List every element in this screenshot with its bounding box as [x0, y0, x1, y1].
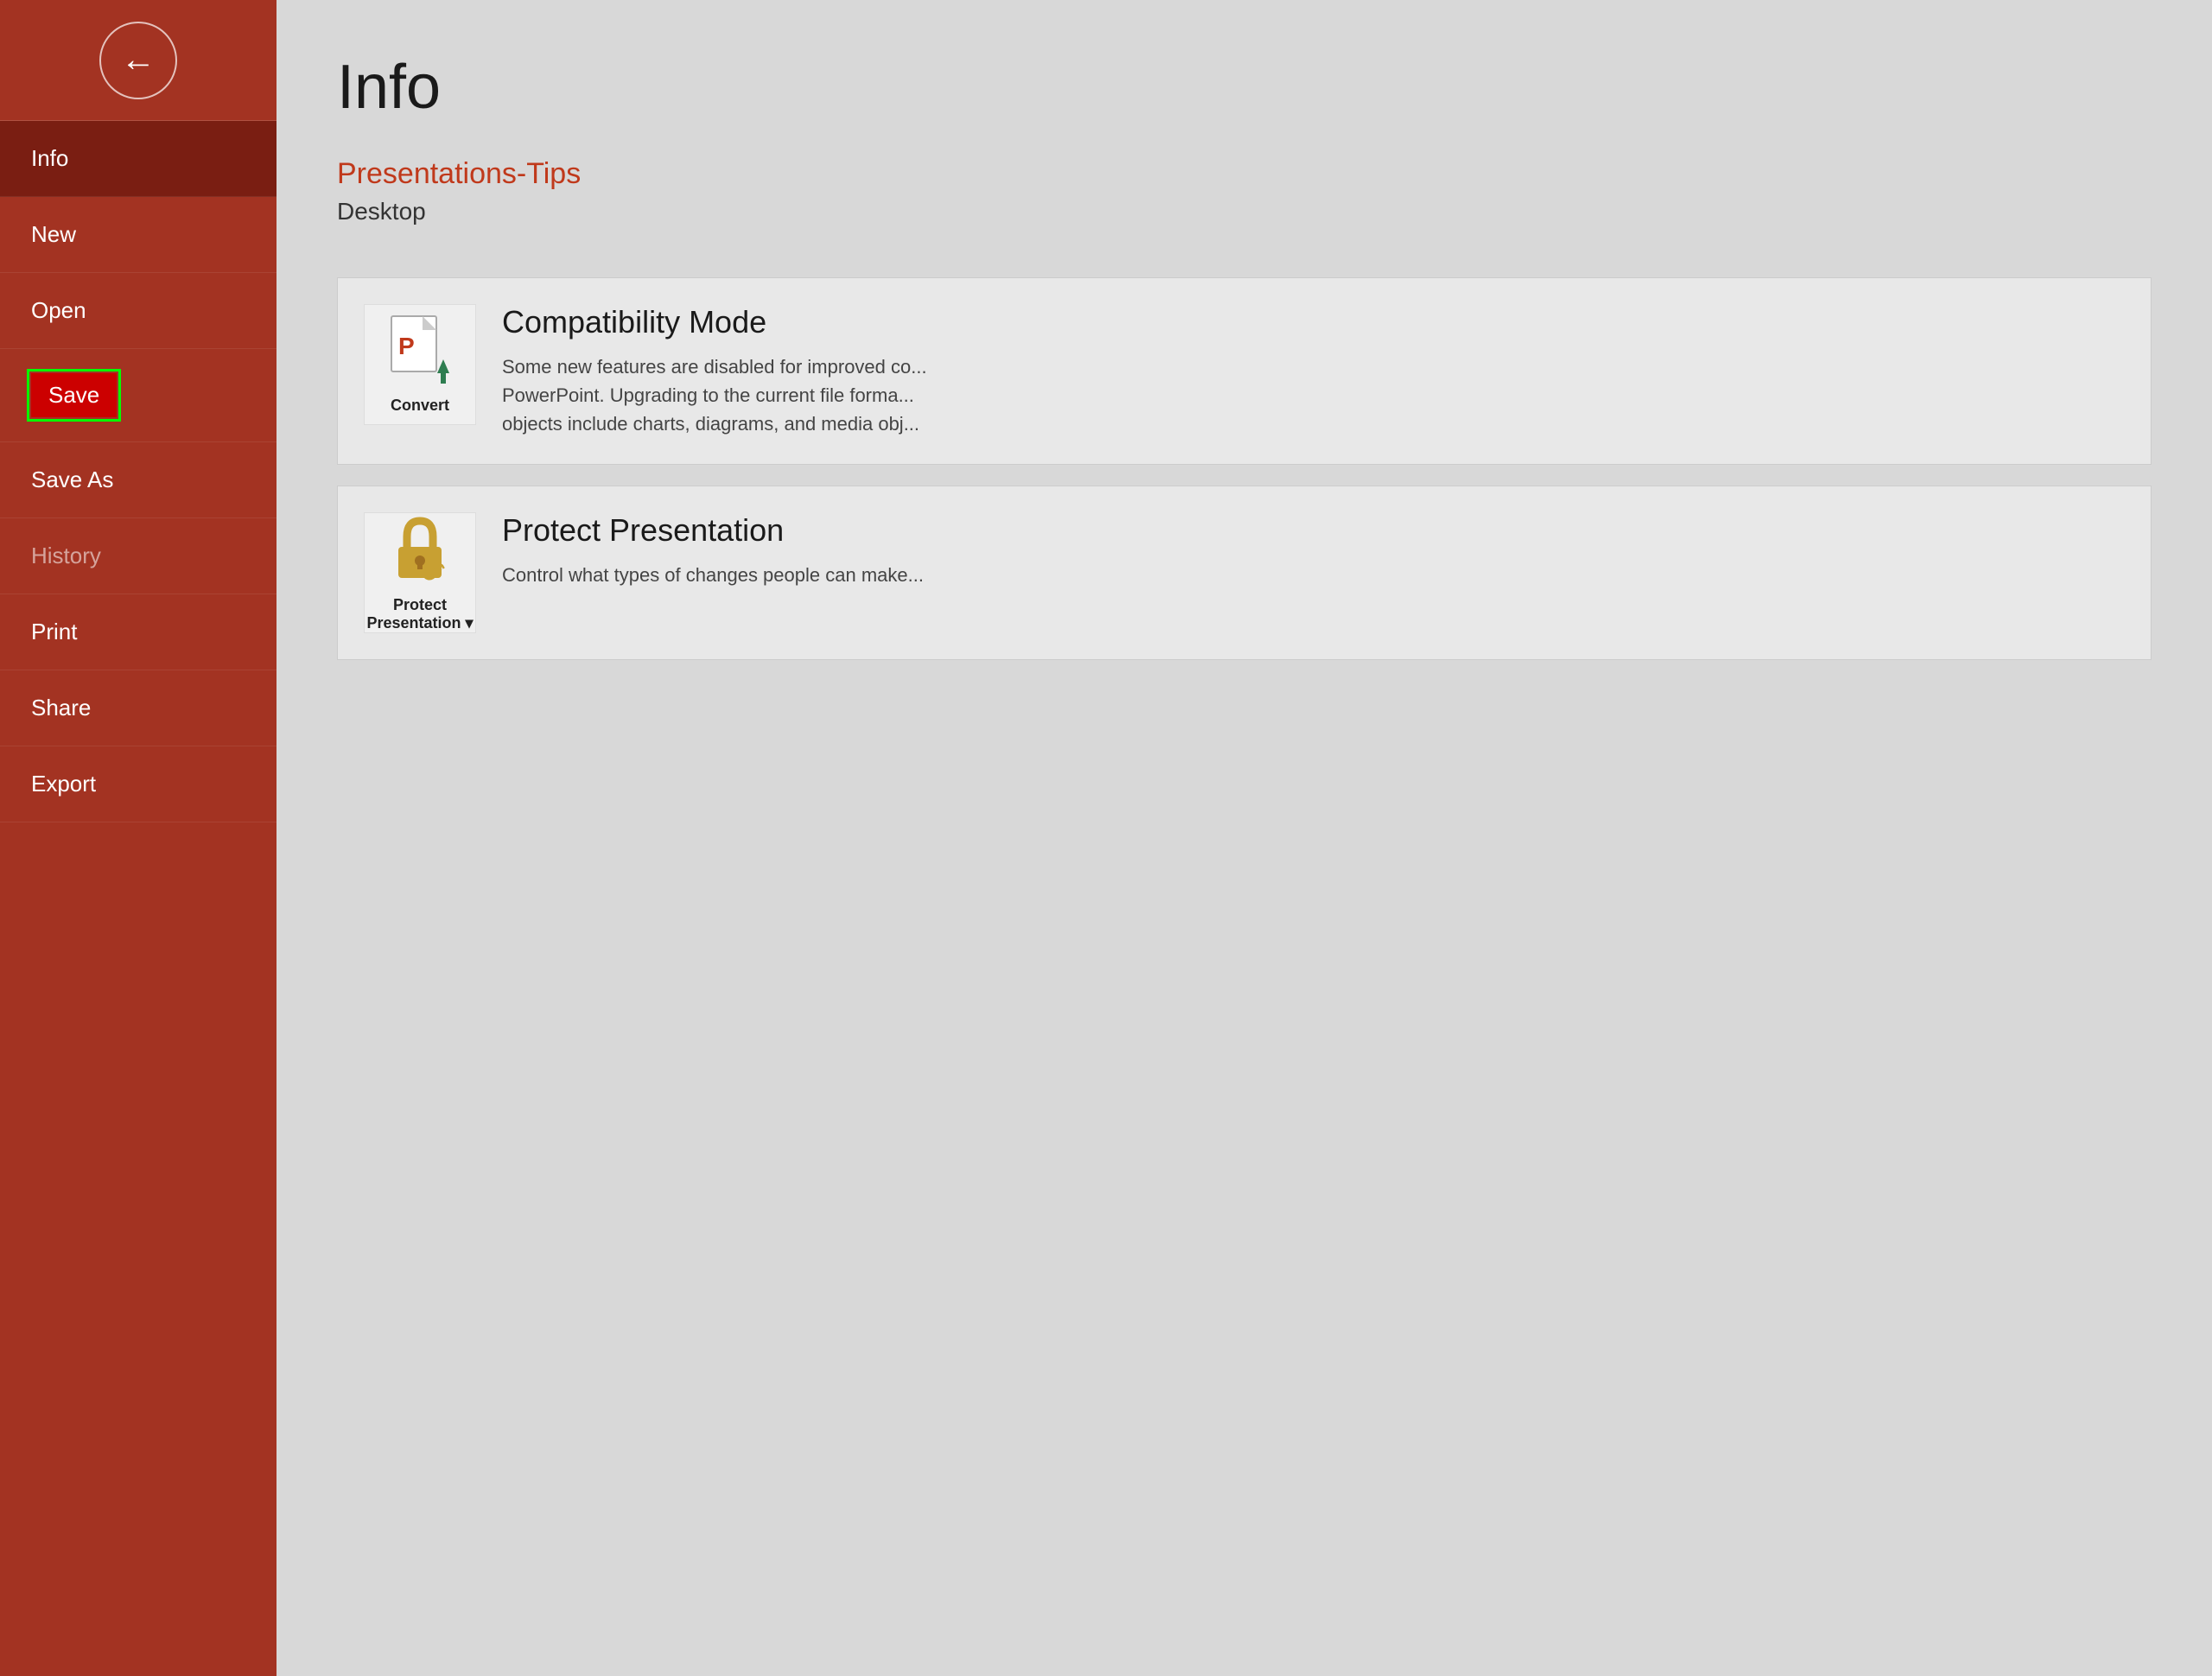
protect-label: ProtectPresentation ▾: [366, 596, 473, 632]
convert-card-icon: P Convert: [364, 304, 476, 425]
sidebar-item-print[interactable]: Print: [0, 594, 276, 670]
sidebar-item-save[interactable]: Save: [0, 349, 276, 442]
main-content: Info Presentations-Tips Desktop P Conv: [276, 0, 2212, 1676]
file-name: Presentations-Tips: [337, 157, 2152, 191]
sidebar-item-open[interactable]: Open: [0, 273, 276, 349]
page-title: Info: [337, 52, 2152, 123]
convert-card[interactable]: P Convert Compatibility Mode Some new fe…: [337, 277, 2152, 465]
sidebar-item-save-as[interactable]: Save As: [0, 442, 276, 518]
sidebar: ← Info New Open Save Save As History Pri…: [0, 0, 276, 1676]
sidebar-item-new[interactable]: New: [0, 197, 276, 273]
sidebar-item-history[interactable]: History: [0, 518, 276, 594]
back-button[interactable]: ←: [0, 0, 276, 121]
svg-text:P: P: [398, 333, 415, 359]
back-circle: ←: [99, 22, 177, 99]
sidebar-item-share[interactable]: Share: [0, 670, 276, 746]
save-button-label: Save: [31, 373, 117, 417]
file-location: Desktop: [337, 198, 2152, 225]
back-arrow-icon: ←: [121, 42, 156, 77]
convert-title: Compatibility Mode: [502, 304, 2125, 340]
sidebar-item-info[interactable]: Info: [0, 121, 276, 197]
protect-description: Control what types of changes people can…: [502, 561, 2125, 589]
protect-title: Protect Presentation: [502, 512, 2125, 549]
protect-text: Protect Presentation Control what types …: [502, 512, 2125, 589]
convert-description: Some new features are disabled for impro…: [502, 352, 2125, 438]
convert-file-icon: P: [390, 314, 450, 385]
convert-text: Compatibility Mode Some new features are…: [502, 304, 2125, 438]
convert-label: Convert: [391, 397, 449, 415]
protect-card[interactable]: ProtectPresentation ▾ Protect Presentati…: [337, 486, 2152, 660]
lock-icon: [390, 514, 450, 585]
sidebar-item-export[interactable]: Export: [0, 746, 276, 822]
protect-card-icon: ProtectPresentation ▾: [364, 512, 476, 633]
